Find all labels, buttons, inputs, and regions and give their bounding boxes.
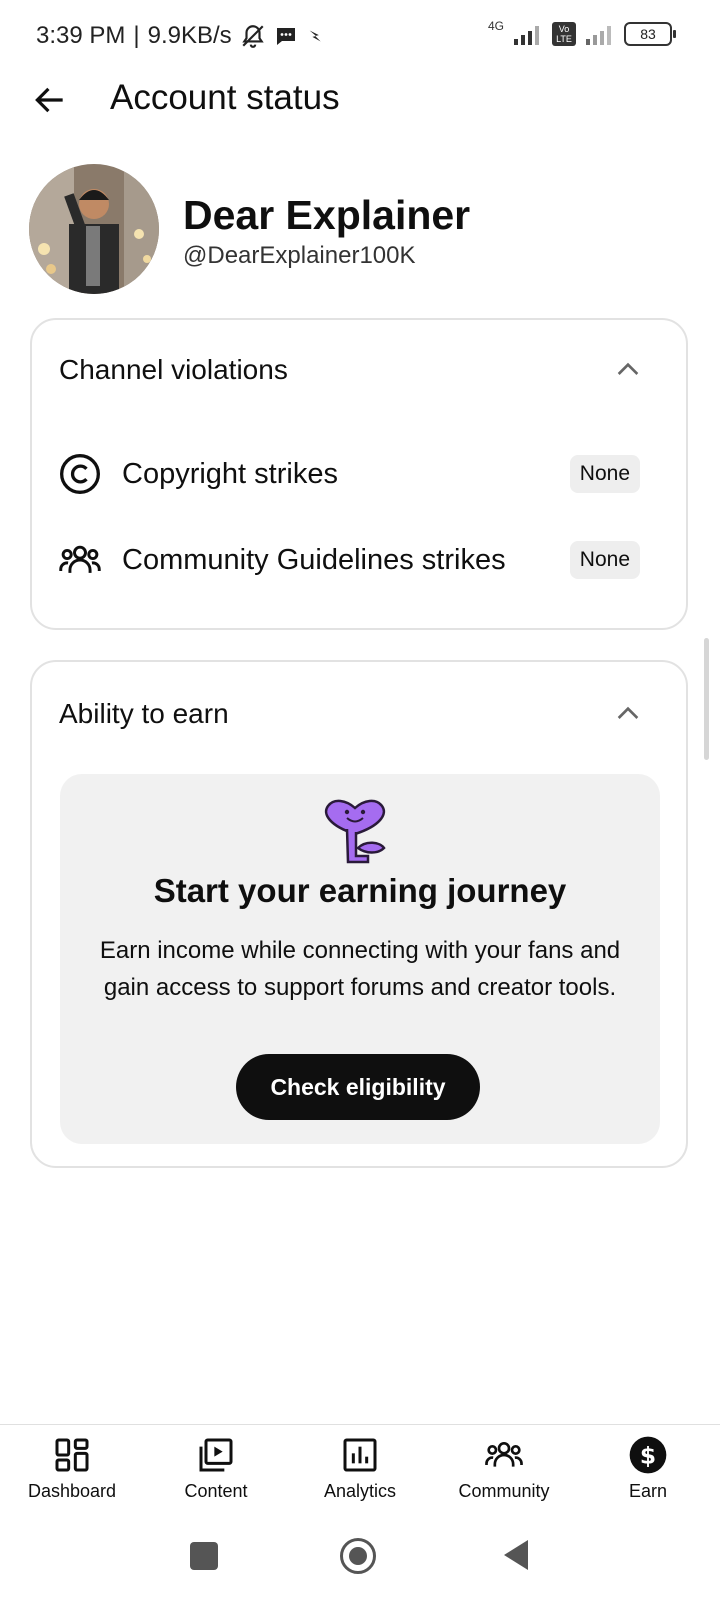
copyright-icon [60,454,100,494]
status-time: 3:39 PM [36,22,126,49]
violation-row-community[interactable]: Community Guidelines strikes None [58,538,640,582]
community-icon [485,1442,523,1467]
nav-item-community[interactable]: Community [432,1435,576,1515]
battery-level: 83 [640,26,656,42]
message-icon [276,28,295,45]
nav-item-content[interactable]: Content [144,1435,288,1515]
avatar [29,164,159,294]
status-badge-community: None [569,541,640,579]
status-left: 3:39 PM | 9.9KB/s [36,22,328,50]
people-icon [59,545,101,573]
violations-title: Channel violations [59,354,288,385]
heart-plant-icon [324,799,386,864]
status-right: 4G Vo LTE 83 [487,19,676,46]
avatar-image [29,164,159,294]
back-button[interactable] [24,74,76,126]
violation-label-community: Community Guidelines strikes [122,543,506,576]
home-button[interactable] [340,1538,376,1574]
page-title: Account status [110,78,340,117]
earn-card-title: Ability to earn [59,698,229,729]
signal-icon [514,26,539,45]
bell-off-icon [241,25,264,48]
bird-icon [309,30,321,42]
arrow-left-icon [35,87,63,113]
volte-badge: Vo LTE [552,22,576,46]
nav-item-analytics[interactable]: Analytics [288,1435,432,1515]
channel-handle: @DearExplainer100K [183,242,416,269]
scrollbar[interactable] [704,638,709,760]
violation-row-copyright[interactable]: Copyright strikes None [58,452,640,496]
channel-name: Dear Explainer [183,192,471,238]
back-triangle-icon[interactable] [500,1538,530,1572]
status-badge-copyright: None [569,455,640,493]
nav-label-earn: Earn [628,1481,668,1501]
ability-to-earn-card: Ability to earn Start your earning journ… [30,660,688,1168]
status-divider: | [133,22,140,49]
home-button-dot [349,1547,367,1565]
nav-label-content: Content [184,1481,248,1501]
violation-label-copyright: Copyright strikes [122,457,338,490]
nav-item-earn[interactable]: $ Earn [576,1435,720,1515]
channel-violations-card: Channel violations Copyright strikes Non… [30,318,688,630]
battery-icon: 83 [624,22,676,46]
nav-label-dashboard: Dashboard [27,1481,117,1501]
earn-icon: $ [629,1436,667,1474]
dashboard-icon [55,1438,89,1472]
network-label: 4G [487,19,504,33]
check-eligibility-button[interactable]: Check eligibility [236,1054,480,1120]
nav-label-community: Community [458,1481,550,1501]
status-speed: 9.9KB/s [147,22,232,49]
content-icon [199,1438,233,1472]
nav-item-dashboard[interactable]: Dashboard [0,1435,144,1515]
recents-button[interactable] [190,1542,218,1570]
signal-icon-2 [586,26,611,45]
violations-collapse-button[interactable] [608,350,648,390]
earning-journey-description: Earn income while connecting with your f… [99,937,621,1001]
earning-journey-panel: Start your earning journey Earn income w… [60,774,660,1144]
bottom-nav: Dashboard Content Analytics Community $ … [0,1424,720,1517]
chevron-up-icon [617,706,639,719]
system-nav-bar [0,1520,720,1600]
status-bar: 3:39 PM | 9.9KB/s 4G Vo LTE 83 [0,0,720,72]
nav-label-analytics: Analytics [323,1481,397,1501]
earn-collapse-button[interactable] [608,694,648,734]
chevron-up-icon [617,362,639,375]
svg-text:$: $ [640,1441,656,1469]
earning-journey-title: Start your earning journey [153,872,567,909]
analytics-icon [343,1438,377,1472]
